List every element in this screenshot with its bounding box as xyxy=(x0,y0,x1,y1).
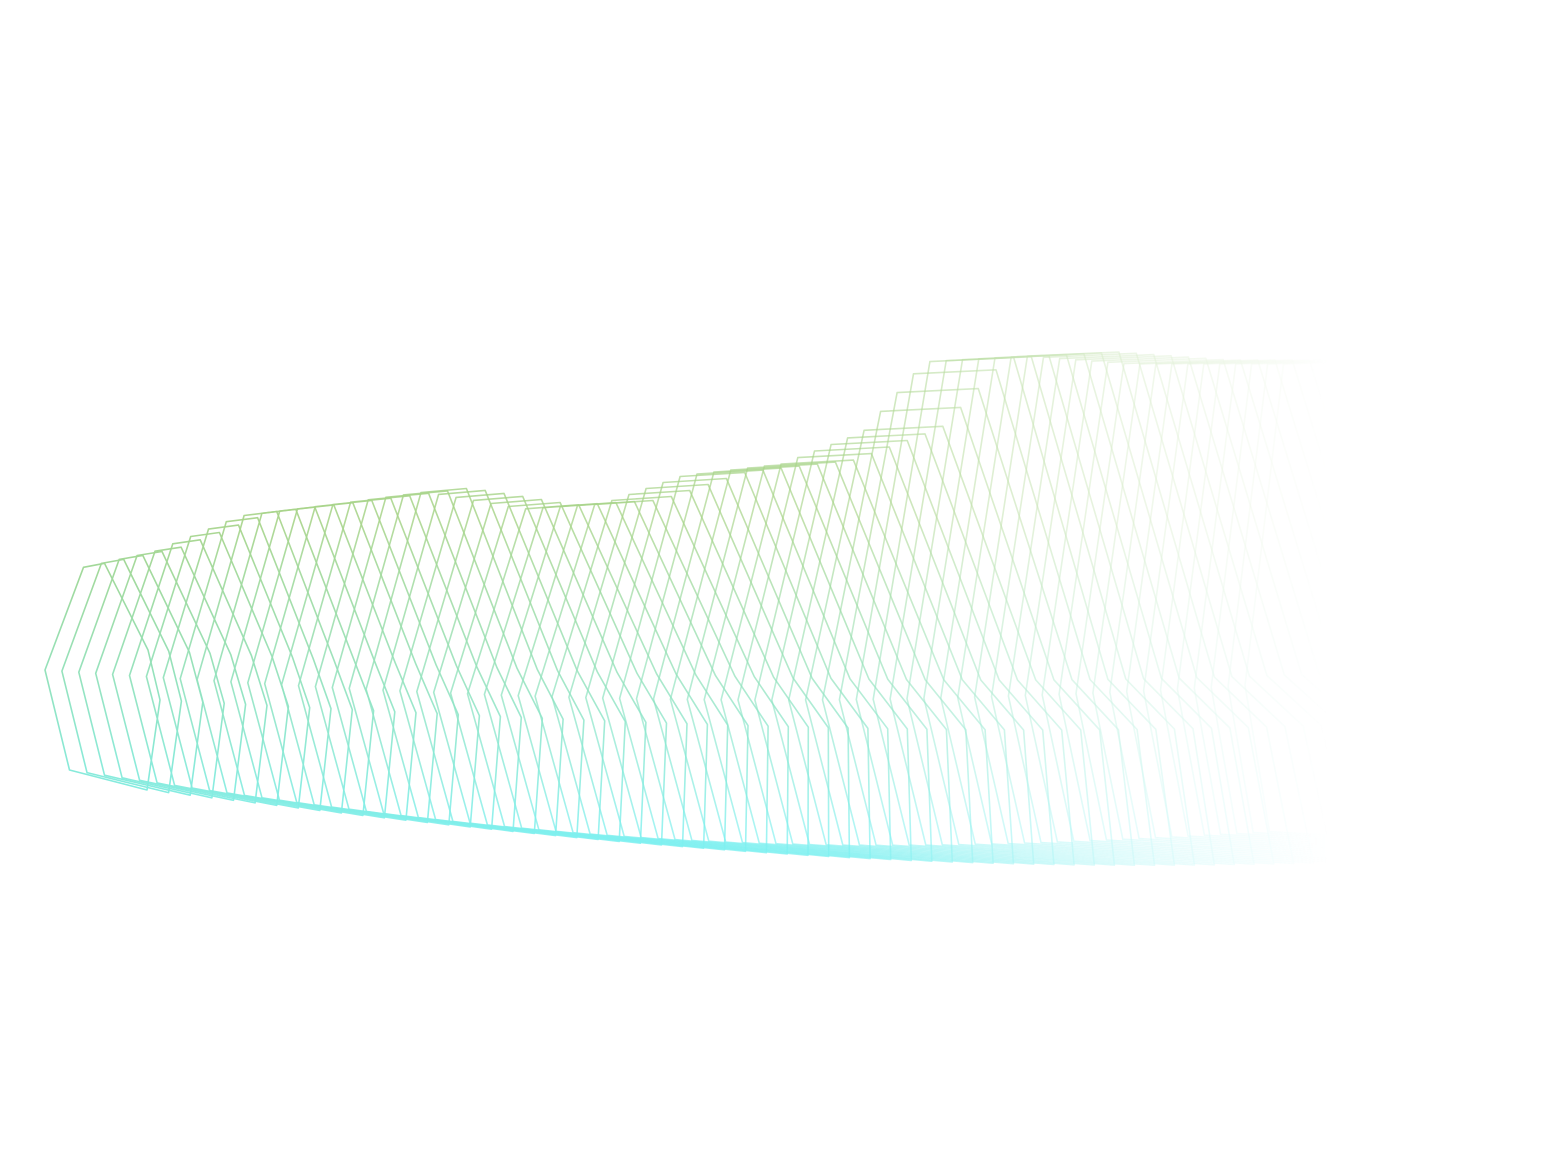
wave-line xyxy=(534,499,769,854)
artwork-canvas xyxy=(0,0,1544,1171)
wave-lines-group xyxy=(44,351,1544,866)
wave-line xyxy=(1058,357,1393,862)
wave-line xyxy=(551,495,790,855)
wave-line xyxy=(1041,356,1374,863)
wave-line xyxy=(990,352,1315,864)
wave-line xyxy=(94,550,225,799)
wave-line xyxy=(179,516,332,812)
wave-line xyxy=(1075,358,1413,861)
wave-line xyxy=(618,471,871,860)
wave-line xyxy=(1024,355,1354,863)
wave-line xyxy=(348,490,544,835)
wave-line xyxy=(1244,359,1544,849)
line-wave-graphic xyxy=(44,351,1544,866)
wave-line xyxy=(889,355,1196,866)
wave-line xyxy=(838,387,1136,866)
wave-line xyxy=(432,498,647,844)
wave-line xyxy=(382,489,585,839)
wave-line xyxy=(821,406,1116,866)
wave-line xyxy=(568,489,810,857)
wave-line xyxy=(331,492,523,833)
wave-line xyxy=(111,546,247,802)
